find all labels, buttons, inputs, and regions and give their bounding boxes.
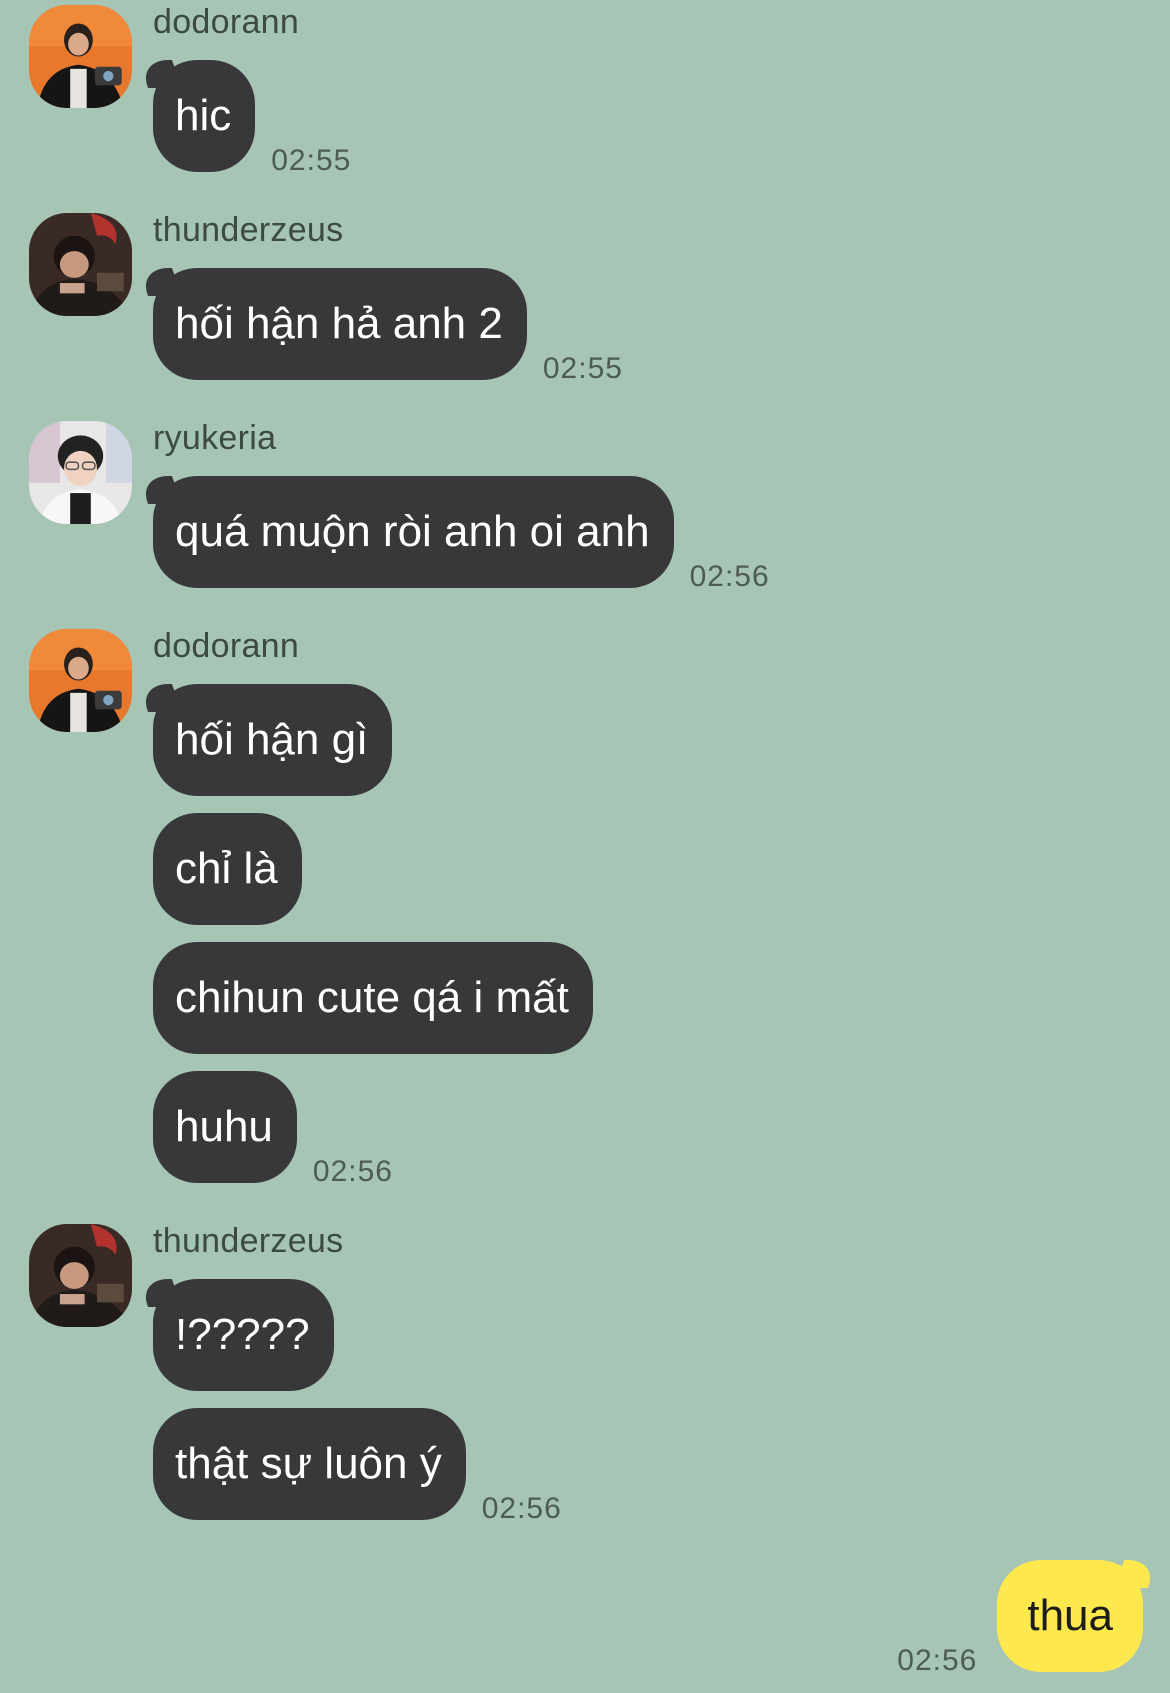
message-row: huhu 02:56 xyxy=(153,1071,393,1188)
message-time: 02:56 xyxy=(689,560,770,593)
message-time: 02:55 xyxy=(271,144,352,177)
my-message-row: 02:56 thua xyxy=(897,1560,1143,1677)
sender-name: dodorann xyxy=(153,3,300,41)
avatar[interactable] xyxy=(29,1224,132,1327)
avatar[interactable] xyxy=(29,629,132,732)
message-row: hối hận gì xyxy=(153,684,393,796)
avatar-image xyxy=(29,629,132,732)
message-bubble[interactable]: !????? xyxy=(153,1279,334,1391)
message-time: 02:55 xyxy=(542,352,623,385)
message-row: !????? xyxy=(153,1279,334,1391)
message-row: quá muộn ròi anh oi anh 02:56 xyxy=(153,476,770,593)
message-bubble[interactable]: huhu xyxy=(153,1071,297,1183)
sender-name: ryukeria xyxy=(153,419,277,457)
message-time: 02:56 xyxy=(897,1644,978,1677)
avatar[interactable] xyxy=(29,5,132,108)
message-time: 02:56 xyxy=(481,1492,562,1525)
sender-name: dodorann xyxy=(153,627,300,665)
message-row: thật sự luôn ý 02:56 xyxy=(153,1408,562,1525)
avatar[interactable] xyxy=(29,213,132,316)
my-message-bubble[interactable]: thua xyxy=(997,1560,1143,1672)
message-bubble[interactable]: hối hận hả anh 2 xyxy=(153,268,527,380)
avatar-image xyxy=(29,421,132,524)
message-row: chihun cute qá i mất xyxy=(153,942,593,1054)
message-bubble[interactable]: quá muộn ròi anh oi anh xyxy=(153,476,674,588)
message-bubble[interactable]: chỉ là xyxy=(153,813,302,925)
sender-name: thunderzeus xyxy=(153,211,344,249)
message-row: hối hận hả anh 2 02:55 xyxy=(153,268,623,385)
avatar-image xyxy=(29,213,132,316)
message-time: 02:56 xyxy=(312,1155,393,1188)
message-bubble[interactable]: hối hận gì xyxy=(153,684,393,796)
message-row: hic 02:55 xyxy=(153,60,351,177)
sender-name: thunderzeus xyxy=(153,1222,344,1260)
message-bubble[interactable]: thật sự luôn ý xyxy=(153,1408,466,1520)
avatar[interactable] xyxy=(29,421,132,524)
message-bubble[interactable]: chihun cute qá i mất xyxy=(153,942,593,1054)
avatar-image xyxy=(29,1224,132,1327)
message-bubble[interactable]: hic xyxy=(153,60,256,172)
message-row: chỉ là xyxy=(153,813,302,925)
avatar-image xyxy=(29,5,132,108)
